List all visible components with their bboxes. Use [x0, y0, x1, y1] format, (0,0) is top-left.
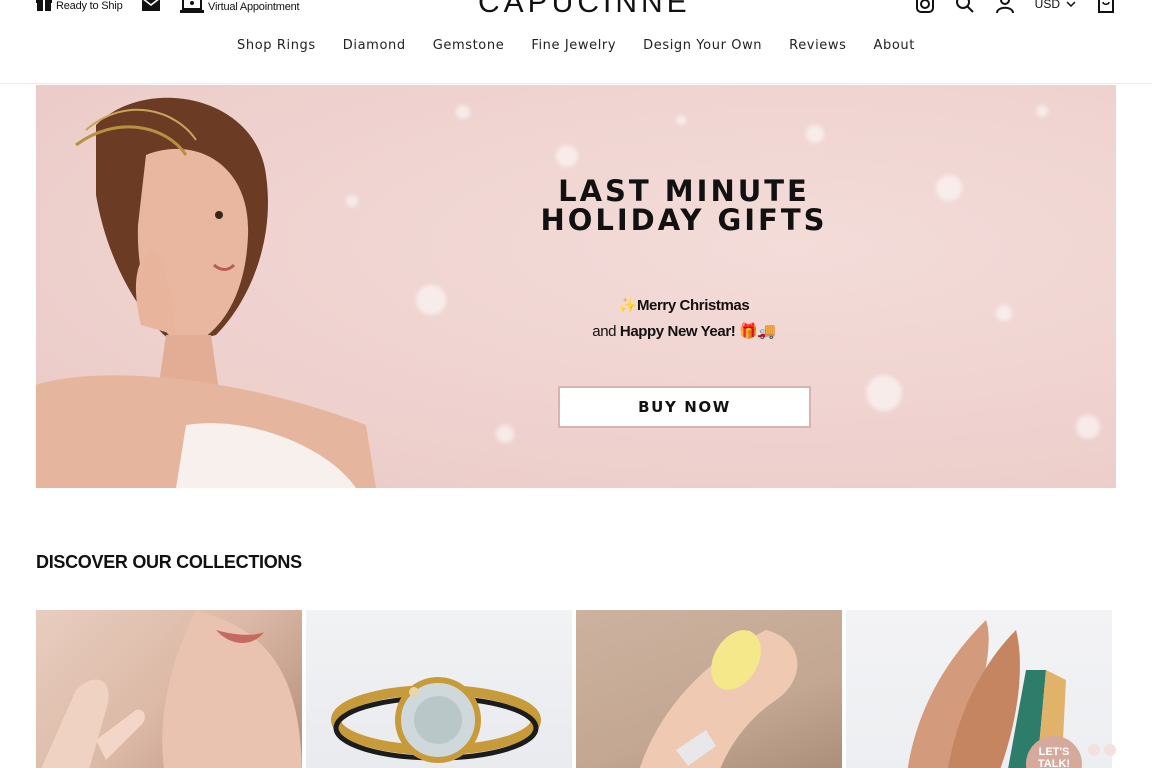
collections-prefix: DISCOVER	[36, 552, 133, 572]
currency-selector[interactable]: USD	[1035, 0, 1076, 11]
snowflake-decoration	[806, 125, 824, 143]
laptop-icon	[180, 0, 204, 16]
chat-label-line2: TALK!	[1037, 758, 1071, 768]
gift-truck-icon: 🎁🚚	[739, 323, 776, 340]
hero-greeting-line1: ✨Merry Christmas	[484, 296, 884, 314]
happy-new-year-text: Happy New Year!	[619, 323, 736, 340]
nav-gemstone[interactable]: Gemstone	[433, 38, 505, 53]
merry-christmas-text: Merry Christmas	[636, 297, 750, 314]
collections-heading: DISCOVER OUR COLLECTIONS	[36, 552, 302, 573]
mail-icon	[142, 0, 160, 14]
ready-to-ship-label: Ready to Ship	[56, 0, 123, 12]
holiday-hero-banner: LAST MINUTE HOLIDAY GIFTS ✨Merry Christm…	[36, 85, 1116, 488]
cart-icon[interactable]	[1096, 0, 1116, 14]
snowflake-decoration	[996, 305, 1012, 321]
buy-now-button[interactable]: BUY NOW	[558, 386, 811, 428]
virtual-appointment-link[interactable]: Virtual Appointment	[180, 0, 300, 16]
main-nav: Shop Rings Diamond Gemstone Fine Jewelry…	[0, 38, 1152, 53]
collections-title: OUR COLLECTIONS	[132, 552, 302, 572]
snowflake-decoration	[556, 145, 578, 167]
snowflake-decoration	[416, 285, 446, 315]
snowflake-decoration	[866, 375, 902, 411]
snowflake-decoration	[496, 425, 514, 443]
collection-image-earrings	[41, 610, 302, 768]
collection-image-hand-ring	[639, 630, 798, 768]
email-link[interactable]	[142, 0, 164, 14]
snowflake-decoration	[936, 175, 962, 201]
ready-to-ship-link[interactable]: Ready to Ship	[36, 0, 123, 14]
hero-greeting-line2: and Happy New Year! 🎁🚚	[484, 322, 884, 340]
virtual-appointment-label: Virtual Appointment	[208, 0, 300, 13]
nav-fine-jewelry[interactable]: Fine Jewelry	[531, 38, 616, 53]
sparkle-icon: ✨	[618, 297, 638, 314]
chat-decoration	[1088, 744, 1116, 756]
decoration-dot	[1088, 744, 1100, 756]
collection-image-engagement-ring	[331, 677, 541, 763]
chat-label-line1: LET'S	[1038, 746, 1070, 758]
instagram-icon[interactable]	[915, 0, 935, 14]
gift-icon	[36, 0, 52, 14]
nav-diamond[interactable]: Diamond	[343, 38, 406, 53]
snowflake-decoration	[456, 105, 470, 119]
collection-tile[interactable]	[576, 610, 842, 768]
and-text: and	[592, 323, 620, 340]
currency-value: USD	[1034, 0, 1060, 11]
nav-reviews[interactable]: Reviews	[789, 38, 846, 53]
nav-design-your-own[interactable]: Design Your Own	[643, 38, 762, 53]
snowflake-decoration	[1076, 415, 1100, 439]
collection-tile[interactable]	[36, 610, 302, 768]
snowflake-decoration	[1036, 105, 1048, 117]
model-photo	[36, 97, 376, 488]
site-logo[interactable]: CAPUCINNE	[478, 0, 691, 20]
nav-about[interactable]: About	[874, 38, 915, 53]
collection-tile[interactable]	[306, 610, 572, 768]
decoration-dot	[1104, 744, 1116, 756]
nav-shop-rings[interactable]: Shop Rings	[237, 38, 316, 53]
search-icon[interactable]	[955, 0, 975, 14]
account-icon[interactable]	[995, 0, 1015, 14]
chevron-down-icon	[1066, 1, 1076, 7]
snowflake-decoration	[676, 115, 686, 125]
header-actions: USD	[895, 0, 1116, 14]
site-header: Ready to Ship Virtual Appointment CAPUCI…	[0, 0, 1152, 84]
hero-title: LAST MINUTE HOLIDAY GIFTS	[540, 174, 828, 237]
